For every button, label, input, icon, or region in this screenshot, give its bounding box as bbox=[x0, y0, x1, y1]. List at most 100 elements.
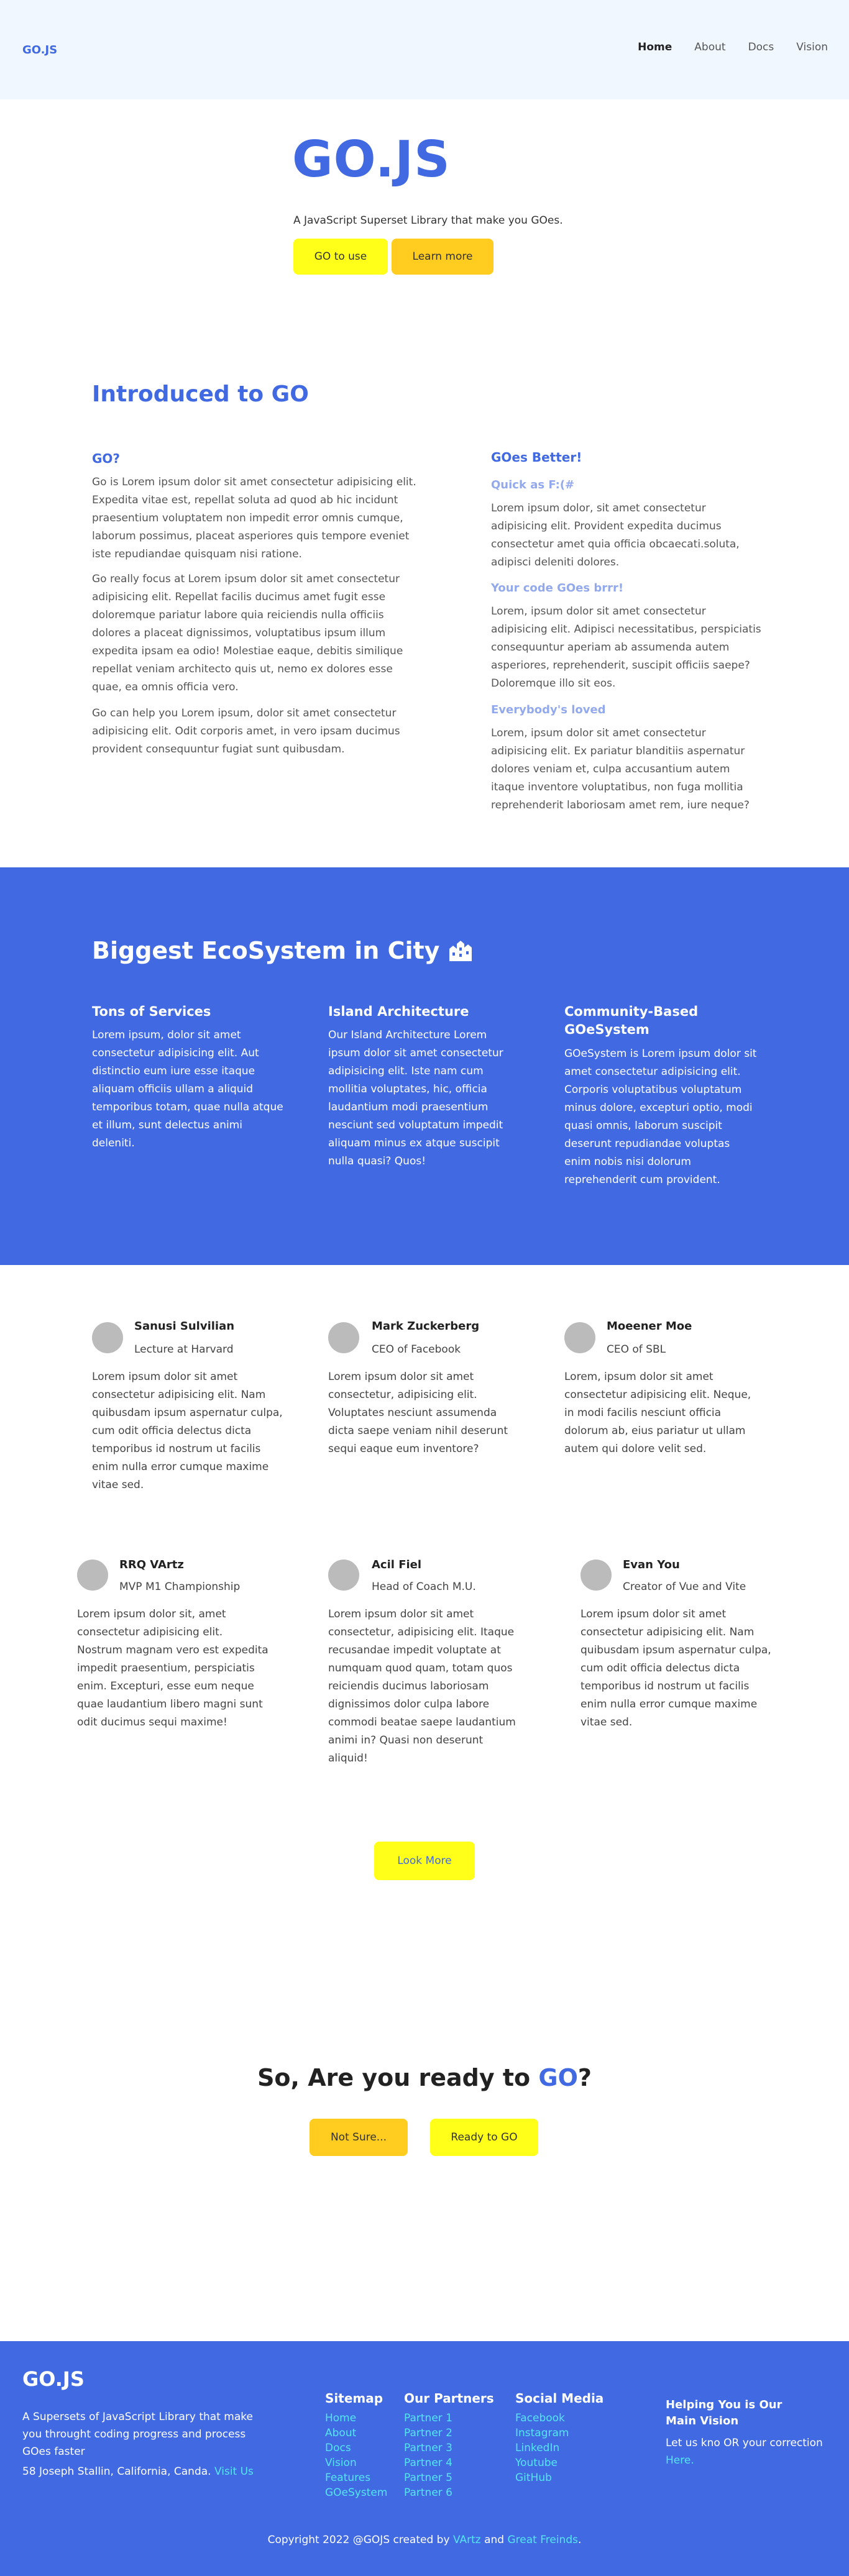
footer-description: A Supersets of JavaScript Library that m… bbox=[22, 2411, 253, 2458]
eco-col3-title: Community-Based GOeSystem bbox=[564, 1004, 699, 1037]
social-link-instagram[interactable]: Instagram bbox=[515, 2426, 569, 2441]
feature-text-loved: Lorem, ipsum dolor sit amet consectetur … bbox=[491, 727, 750, 811]
feature-title-quick: Quick as F:(# bbox=[491, 478, 575, 491]
intro-left-paragraph-3: Go can help you Lorem ipsum, dolor sit a… bbox=[92, 707, 400, 756]
sitemap-link-about[interactable]: About bbox=[325, 2426, 387, 2441]
learn-more-button[interactable]: Learn more bbox=[392, 239, 493, 275]
visit-us-link[interactable]: Visit Us bbox=[214, 2465, 254, 2478]
hero-subtitle: A JavaScript Superset Library that make … bbox=[293, 214, 563, 227]
testimonial-role: Head of Coach M.U. bbox=[372, 1581, 476, 1593]
friends-link[interactable]: Great Freinds bbox=[507, 2534, 578, 2546]
testimonial-text: Lorem ipsum dolor sit amet consectetur, … bbox=[328, 1371, 508, 1455]
sitemap-link-goesystem[interactable]: GOeSystem bbox=[325, 2485, 387, 2500]
testimonial-text: Lorem ipsum dolor sit, amet consectetur … bbox=[77, 1608, 268, 1729]
testimonial-name: Moeener Moe bbox=[607, 1320, 692, 1333]
partner-link-5[interactable]: Partner 5 bbox=[404, 2470, 452, 2485]
intro-right-heading: GOes Better! bbox=[491, 450, 582, 465]
social-link-linkedin[interactable]: LinkedIn bbox=[515, 2441, 569, 2455]
help-text-body: Let us kno OR your correction bbox=[666, 2437, 823, 2449]
eco-col1-text: Lorem ipsum, dolor sit amet consectetur … bbox=[92, 1029, 283, 1149]
nav-vision[interactable]: Vision bbox=[796, 41, 828, 53]
cta-title: So, Are you ready to GO? bbox=[0, 2064, 849, 2091]
testimonial-role: CEO of Facebook bbox=[372, 1343, 461, 1356]
site-footer: GO.JS A Supersets of JavaScript Library … bbox=[0, 2341, 849, 2576]
sitemap-link-vision[interactable]: Vision bbox=[325, 2455, 387, 2470]
sitemap-list: Home About Docs Vision Features GOeSyste… bbox=[325, 2411, 387, 2500]
footer-logo[interactable]: GO.JS bbox=[22, 2367, 85, 2391]
ecosystem-section: Biggest EcoSystem in City Tons of Servic… bbox=[0, 867, 849, 1265]
partner-link-2[interactable]: Partner 2 bbox=[404, 2426, 452, 2441]
cta-title-prefix: So, Are you ready to bbox=[257, 2064, 539, 2091]
testimonial-name: Acil Fiel bbox=[372, 1558, 422, 1571]
social-list: Facebook Instagram LinkedIn Youtube GitH… bbox=[515, 2411, 569, 2485]
ready-to-go-button[interactable]: Ready to GO bbox=[430, 2119, 538, 2156]
intro-title: Introduced to GO bbox=[92, 381, 309, 407]
feature-title-brrr: Your code GOes brrr! bbox=[491, 582, 624, 595]
feature-title-loved: Everybody's loved bbox=[491, 703, 606, 716]
social-link-facebook[interactable]: Facebook bbox=[515, 2411, 569, 2426]
testimonial-name: Sanusi Sulvilian bbox=[134, 1320, 235, 1333]
testimonial-text: Lorem ipsum dolor sit amet consectetur a… bbox=[581, 1608, 771, 1729]
nav-about[interactable]: About bbox=[694, 41, 725, 53]
sitemap-link-home[interactable]: Home bbox=[325, 2411, 387, 2426]
testimonial-text: Lorem ipsum dolor sit amet consectetur a… bbox=[92, 1371, 283, 1491]
social-heading: Social Media bbox=[515, 2391, 604, 2406]
avatar bbox=[564, 1322, 595, 1353]
sitemap-link-features[interactable]: Features bbox=[325, 2470, 387, 2485]
testimonial-role: Creator of Vue and Vite bbox=[623, 1581, 746, 1593]
ecosystem-title: Biggest EcoSystem in City bbox=[92, 937, 473, 964]
eco-col2-title: Island Architecture bbox=[328, 1004, 469, 1019]
testimonial-text: Lorem, ipsum dolor sit amet consectetur … bbox=[564, 1371, 751, 1455]
go-to-use-button[interactable]: GO to use bbox=[293, 239, 388, 275]
help-heading: Helping You is Our Main Vision bbox=[666, 2398, 782, 2428]
partner-link-4[interactable]: Partner 4 bbox=[404, 2455, 452, 2470]
social-link-github[interactable]: GitHub bbox=[515, 2470, 569, 2485]
intro-left-heading: GO? bbox=[92, 451, 121, 466]
hero-title: GO.JS bbox=[292, 130, 451, 188]
partner-link-6[interactable]: Partner 6 bbox=[404, 2485, 452, 2500]
sitemap-heading: Sitemap bbox=[325, 2391, 383, 2406]
partners-heading: Our Partners bbox=[404, 2391, 494, 2406]
author-link[interactable]: VArtz bbox=[453, 2534, 481, 2546]
eco-col1-title: Tons of Services bbox=[92, 1004, 211, 1019]
help-here-link[interactable]: Here. bbox=[666, 2454, 694, 2467]
testimonial-name: RRQ VArtz bbox=[119, 1558, 184, 1571]
look-more-button[interactable]: Look More bbox=[374, 1842, 475, 1880]
sitemap-link-docs[interactable]: Docs bbox=[325, 2441, 387, 2455]
avatar bbox=[328, 1560, 359, 1591]
testimonial-text: Lorem ipsum dolor sit amet consectetur, … bbox=[328, 1608, 516, 1765]
copyright-and: and bbox=[480, 2534, 508, 2546]
testimonial-role: Lecture at Harvard bbox=[134, 1343, 234, 1356]
testimonial-role: CEO of SBL bbox=[607, 1343, 666, 1356]
nav-docs[interactable]: Docs bbox=[748, 41, 774, 53]
not-sure-button[interactable]: Not Sure... bbox=[310, 2119, 408, 2156]
city-icon bbox=[449, 941, 472, 961]
testimonial-name: Evan You bbox=[623, 1558, 680, 1571]
footer-address-text: 58 Joseph Stallin, California, Canda. bbox=[22, 2465, 211, 2478]
copyright-text: Copyright 2022 @GOJS created by bbox=[267, 2534, 453, 2546]
feature-text-quick: Lorem ipsum dolor, sit amet consectetur … bbox=[491, 502, 740, 569]
eco-col2-text: Our Island Architecture Lorem ipsum dolo… bbox=[328, 1029, 503, 1167]
testimonial-name: Mark Zuckerberg bbox=[372, 1320, 480, 1333]
avatar bbox=[581, 1560, 612, 1591]
ecosystem-title-text: Biggest EcoSystem in City bbox=[92, 937, 440, 964]
avatar bbox=[92, 1322, 123, 1353]
header-logo[interactable]: GO.JS bbox=[22, 43, 57, 57]
partners-list: Partner 1 Partner 2 Partner 3 Partner 4 … bbox=[404, 2411, 452, 2500]
nav-home[interactable]: Home bbox=[638, 41, 672, 53]
footer-address: 58 Joseph Stallin, California, Canda. Vi… bbox=[22, 2463, 283, 2480]
feature-text-brrr: Lorem, ipsum dolor sit amet consectetur … bbox=[491, 605, 761, 690]
partner-link-1[interactable]: Partner 1 bbox=[404, 2411, 452, 2426]
intro-left-paragraph-1: Go is Lorem ipsum dolor sit amet consect… bbox=[92, 476, 416, 560]
testimonial-role: MVP M1 Championship bbox=[119, 1581, 241, 1593]
main-nav: Home About Docs Vision bbox=[638, 41, 828, 53]
site-header: GO.JS Home About Docs Vision bbox=[0, 0, 849, 99]
eco-col3-text: GOeSystem is Lorem ipsum dolor sit amet … bbox=[564, 1048, 757, 1186]
intro-left-paragraph-2: Go really focus at Lorem ipsum dolor sit… bbox=[92, 573, 403, 693]
avatar bbox=[328, 1322, 359, 1353]
partner-link-3[interactable]: Partner 3 bbox=[404, 2441, 452, 2455]
copyright-end: . bbox=[577, 2534, 582, 2546]
copyright: Copyright 2022 @GOJS created by VArtz an… bbox=[0, 2534, 849, 2546]
help-text: Let us kno OR your correction Here. bbox=[666, 2434, 827, 2469]
social-link-youtube[interactable]: Youtube bbox=[515, 2455, 569, 2470]
